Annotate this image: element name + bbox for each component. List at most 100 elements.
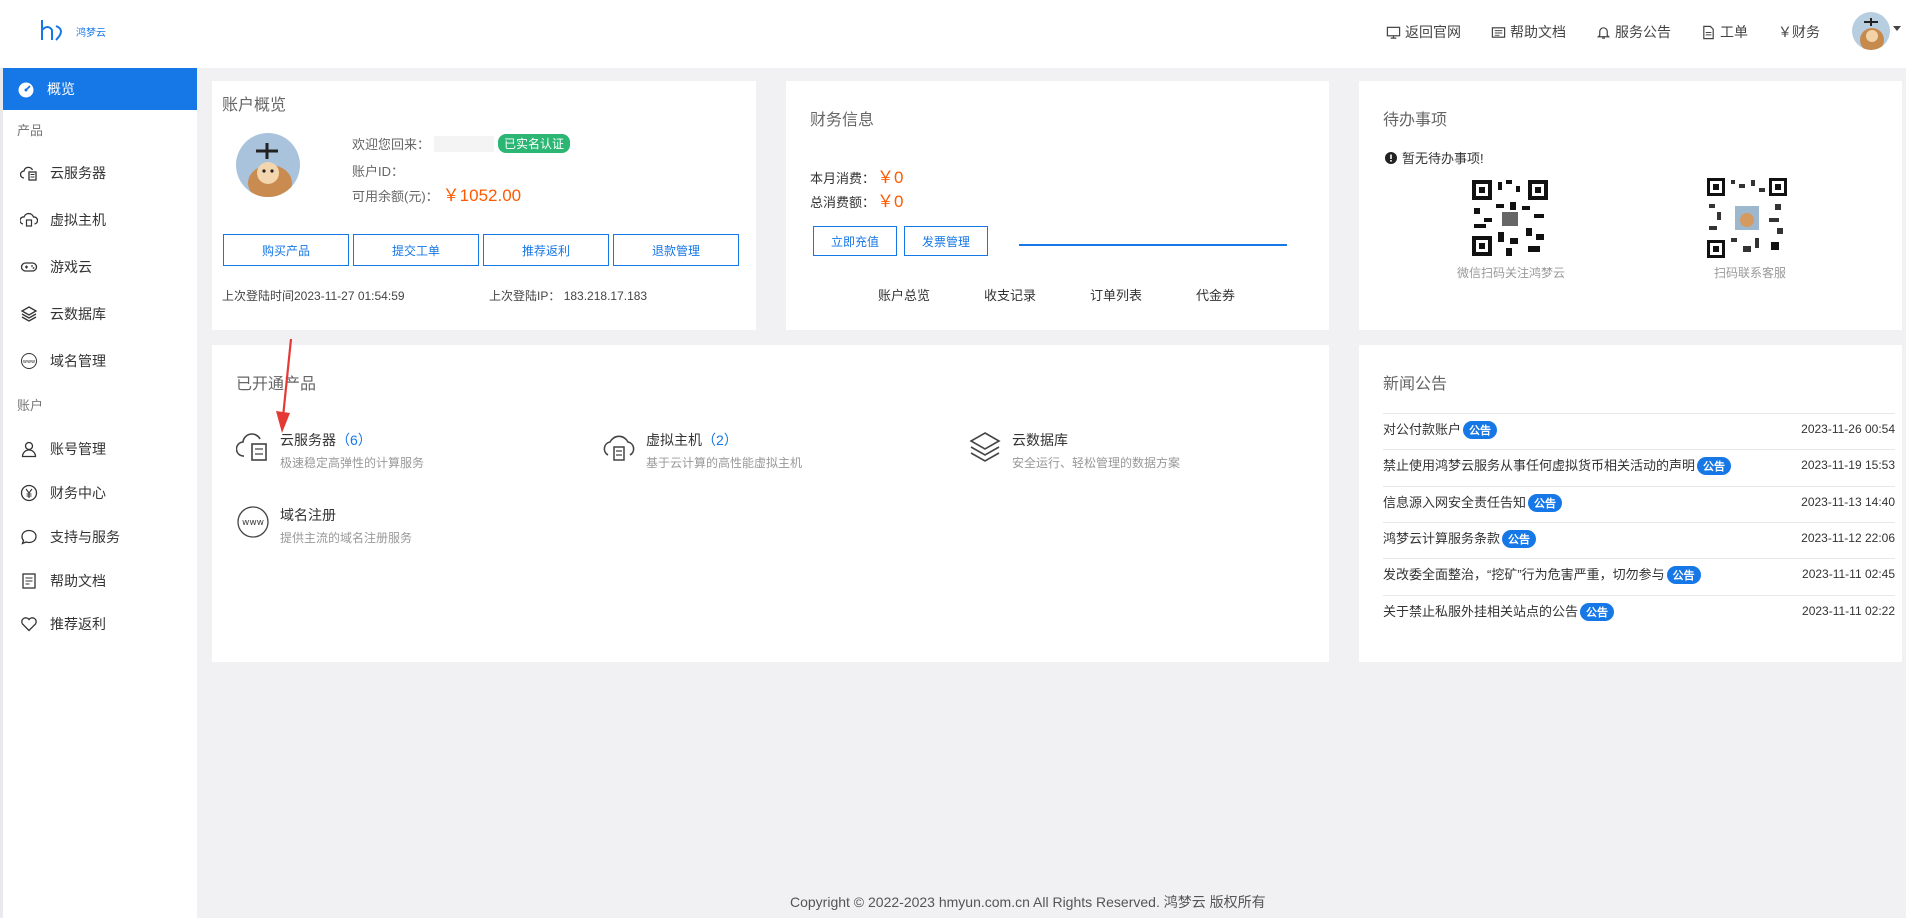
sidebar: 概览 产品 云服务器 虚拟主机 游戏云 云数据库 www 域名管理 账户 账号管…: [0, 68, 197, 918]
sidebar-item-domain[interactable]: www 域名管理: [20, 351, 106, 371]
sidebar-item-label: 账号管理: [50, 441, 106, 457]
last-login-ip-label: 上次登陆IP：: [489, 289, 561, 303]
news-title: 发改委全面整治，“挖矿”行为危害严重，切勿参与: [1383, 566, 1665, 582]
top-nav-help-docs[interactable]: 帮助文档: [1491, 22, 1566, 42]
month-spend-value: ￥0: [877, 168, 904, 187]
news-item[interactable]: 鸿梦云计算服务条款 公告 2023-11-12 22:06: [1383, 522, 1895, 552]
product-name: 虚拟主机: [646, 432, 702, 448]
product-text: 云服务器（6） 极速稳定高弹性的计算服务: [280, 430, 424, 471]
news-date: 2023-11-11 02:45: [1802, 566, 1895, 581]
news-title-row: 关于禁止私服外挂相关站点的公告 公告: [1383, 601, 1615, 621]
top-nav-tickets[interactable]: 工单: [1701, 22, 1748, 42]
todo-card: 待办事项 暂无待办事项! 微信扫码关注鸿梦云 扫码联系客服: [1359, 81, 1902, 330]
last-login-ip: 183.218.17.183: [563, 289, 648, 303]
wechat-qr-caption: 微信扫码关注鸿梦云: [1457, 266, 1566, 280]
news-date: 2023-11-11 02:22: [1802, 603, 1895, 618]
top-nav-finance[interactable]: ￥财务: [1778, 22, 1820, 42]
announcement-badge: 公告: [1666, 565, 1701, 584]
brand-logo[interactable]: 鸿梦云: [38, 16, 106, 46]
card-title: 账户概览: [222, 97, 287, 114]
user-icon: [21, 441, 37, 458]
user-avatar[interactable]: [1852, 12, 1890, 50]
announcement-badge: 公告: [1463, 420, 1498, 439]
sidebar-item-label: 云服务器: [50, 165, 106, 181]
verified-badge: 已实名认证: [498, 134, 571, 153]
month-spend-label: 本月消费：: [810, 171, 876, 186]
avatar-image: [236, 133, 300, 197]
svg-text:www: www: [242, 518, 264, 528]
product-text: 云数据库 安全运行、轻松管理的数据方案: [1012, 430, 1180, 471]
news-title-row: 信息源入网安全责任告知 公告: [1383, 492, 1563, 512]
product-domain-registration[interactable]: www 域名注册 提供主流的域名注册服务: [236, 505, 412, 546]
top-nav-official-site[interactable]: 返回官网: [1386, 22, 1461, 42]
sidebar-item-cloud-database[interactable]: 云数据库: [20, 304, 106, 324]
refund-management-button[interactable]: 退款管理: [613, 234, 739, 266]
news-item[interactable]: 发改委全面整治，“挖矿”行为危害严重，切勿参与 公告 2023-11-11 02:…: [1383, 558, 1895, 588]
sidebar-item-cloud-server[interactable]: 云服务器: [20, 163, 106, 183]
exclamation-icon: [1385, 151, 1397, 164]
monitor-icon: [1386, 26, 1401, 39]
last-login-ip-row: 上次登陆IP： 183.218.17.183: [489, 287, 647, 304]
news-date: 2023-11-26 00:54: [1801, 421, 1895, 436]
customer-service-qr-caption: 扫码联系客服: [1714, 266, 1787, 280]
link-account-overview[interactable]: 账户总览: [878, 285, 930, 304]
sidebar-item-finance-center[interactable]: 财务中心: [20, 483, 106, 503]
sidebar-item-referral[interactable]: 推荐返利: [20, 614, 106, 634]
news-title: 对公付款账户: [1383, 421, 1462, 437]
sidebar-item-virtual-host[interactable]: 虚拟主机: [20, 210, 106, 230]
news-card: 新闻公告 对公付款账户 公告 2023-11-26 00:54 禁止使用鸿梦云服务…: [1359, 345, 1902, 662]
link-vouchers[interactable]: 代金券: [1196, 285, 1235, 304]
product-desc: 提供主流的域名注册服务: [280, 531, 413, 545]
invoice-management-button[interactable]: 发票管理: [904, 226, 988, 256]
product-virtual-host[interactable]: 虚拟主机（2） 基于云计算的高性能虚拟主机: [602, 430, 802, 471]
card-title: 财务信息: [810, 112, 875, 129]
news-item[interactable]: 对公付款账户 公告 2023-11-26 00:54: [1383, 413, 1895, 443]
news-title: 关于禁止私服外挂相关站点的公告: [1383, 603, 1579, 619]
product-name-row: 云数据库: [1012, 430, 1180, 450]
account-overview-card: 账户概览 欢迎您回来： 已实名认证 账户ID： 可用余额(元)： ￥1052.0…: [212, 81, 756, 330]
virtual-host-icon: [603, 435, 635, 461]
brand-name: 鸿梦云: [76, 27, 106, 39]
product-count: （2）: [702, 432, 738, 448]
gamepad-icon: [20, 262, 38, 272]
recharge-button[interactable]: 立即充值: [813, 226, 897, 256]
sidebar-item-game-cloud[interactable]: 游戏云: [20, 257, 92, 277]
product-name-row: 云服务器（6）: [280, 430, 424, 450]
username-masked: [434, 135, 495, 152]
sidebar-item-support[interactable]: 支持与服务: [20, 527, 120, 547]
www-icon: www: [237, 506, 269, 538]
card-title: 待办事项: [1383, 112, 1448, 129]
yen-icon: [20, 484, 38, 502]
document-icon: [1491, 26, 1506, 38]
news-date: 2023-11-13 14:40: [1801, 494, 1895, 509]
sidebar-item-account-management[interactable]: 账号管理: [20, 439, 106, 459]
news-item[interactable]: 信息源入网安全责任告知 公告 2023-11-13 14:40: [1383, 486, 1895, 516]
news-item[interactable]: 关于禁止私服外挂相关站点的公告 公告 2023-11-11 02:22: [1383, 595, 1895, 625]
news-item[interactable]: 禁止使用鸿梦云服务从事任何虚拟货币相关活动的声明 公告 2023-11-19 15…: [1383, 449, 1895, 479]
top-nav-label: 工单: [1720, 24, 1748, 40]
product-cloud-server[interactable]: 云服务器（6） 极速稳定高弹性的计算服务: [236, 430, 424, 471]
news-title-row: 禁止使用鸿梦云服务从事任何虚拟货币相关活动的声明 公告: [1383, 455, 1732, 475]
referral-button[interactable]: 推荐返利: [483, 234, 609, 266]
footer-copyright: Copyright © 2022-2023 hmyun.com.cn All R…: [790, 894, 1266, 910]
chevron-down-icon[interactable]: [1893, 26, 1901, 31]
virtual-host-icon: [20, 212, 38, 227]
divider: [1019, 244, 1287, 246]
chat-icon: [21, 529, 37, 545]
balance-value: ￥1052.00: [442, 186, 522, 205]
product-name: 域名注册: [280, 507, 336, 523]
sidebar-item-overview[interactable]: 概览: [3, 68, 197, 110]
document-icon: [22, 573, 36, 589]
top-nav-label: 服务公告: [1615, 24, 1671, 40]
submit-ticket-button[interactable]: 提交工单: [353, 234, 479, 266]
link-transactions[interactable]: 收支记录: [984, 285, 1036, 304]
link-order-list[interactable]: 订单列表: [1090, 285, 1142, 304]
buy-product-button[interactable]: 购买产品: [223, 234, 349, 266]
welcome-label: 欢迎您回来：: [352, 137, 431, 152]
sidebar-item-help-docs[interactable]: 帮助文档: [20, 571, 106, 591]
product-desc: 基于云计算的高性能虚拟主机: [646, 456, 803, 470]
product-cloud-database[interactable]: 云数据库 安全运行、轻松管理的数据方案: [968, 430, 1180, 471]
top-nav-announcements[interactable]: 服务公告: [1596, 22, 1671, 42]
announcement-badge: 公告: [1502, 529, 1537, 548]
announcement-badge: 公告: [1580, 602, 1615, 621]
